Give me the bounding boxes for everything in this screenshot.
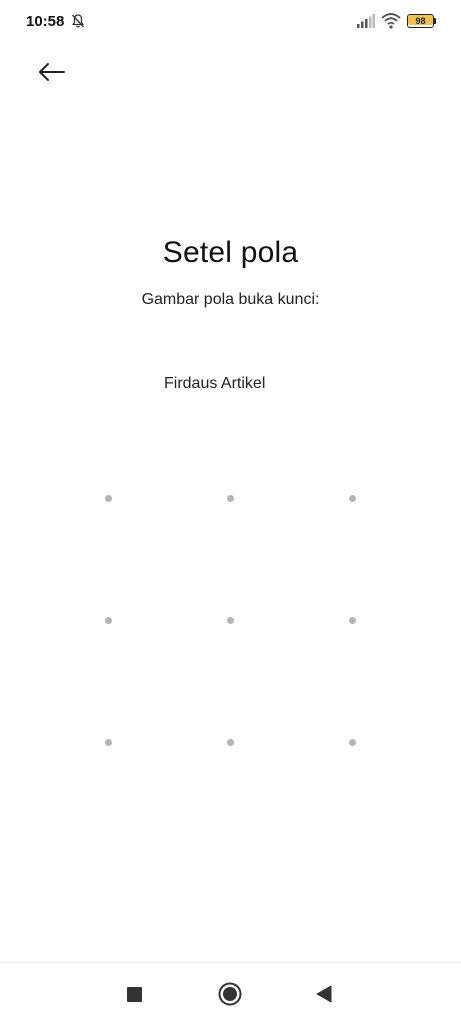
pattern-dot (348, 616, 356, 624)
pattern-dot (104, 616, 112, 624)
pattern-dot-4[interactable] (48, 560, 168, 680)
set-pattern-screen: 10:58 98 Setel pola Gambar pola buka kun… (0, 0, 461, 1024)
pattern-dot (226, 494, 234, 502)
pattern-dot (104, 738, 112, 746)
pattern-dot-3[interactable] (292, 438, 412, 558)
recents-square-icon (126, 986, 142, 1002)
pattern-dot-5[interactable] (170, 560, 290, 680)
pattern-dot (226, 738, 234, 746)
account-name: Firdaus Artikel (164, 375, 266, 392)
page-title: Setel pola (162, 236, 299, 269)
status-time: 10:58 (26, 13, 65, 30)
pattern-grid[interactable] (48, 438, 413, 803)
pattern-dot-6[interactable] (292, 560, 412, 680)
battery-percentage: 98 (415, 16, 426, 26)
pattern-dot-7[interactable] (48, 682, 168, 802)
back-button[interactable] (32, 56, 72, 88)
recents-button[interactable] (119, 979, 149, 1009)
pattern-dot (348, 494, 356, 502)
signal-icon (357, 14, 375, 28)
pattern-dot (226, 616, 234, 624)
arrow-left-icon (39, 63, 65, 81)
back-triangle-icon (316, 985, 332, 1003)
wifi-icon (381, 12, 401, 30)
battery-icon: 98 (407, 14, 436, 28)
pattern-dot-2[interactable] (170, 438, 290, 558)
notifications-muted-icon (70, 13, 86, 29)
pattern-dot-1[interactable] (48, 438, 168, 558)
home-button[interactable] (215, 979, 245, 1009)
nav-back-button[interactable] (309, 979, 339, 1009)
status-bar: 10:58 98 (0, 0, 461, 44)
pattern-dot (348, 738, 356, 746)
pattern-instruction: Gambar pola buka kunci: (141, 291, 320, 308)
system-navigation-bar (0, 962, 461, 1024)
home-circle-icon (218, 982, 242, 1006)
pattern-dot-8[interactable] (170, 682, 290, 802)
pattern-dot-9[interactable] (292, 682, 412, 802)
pattern-dot (104, 494, 112, 502)
